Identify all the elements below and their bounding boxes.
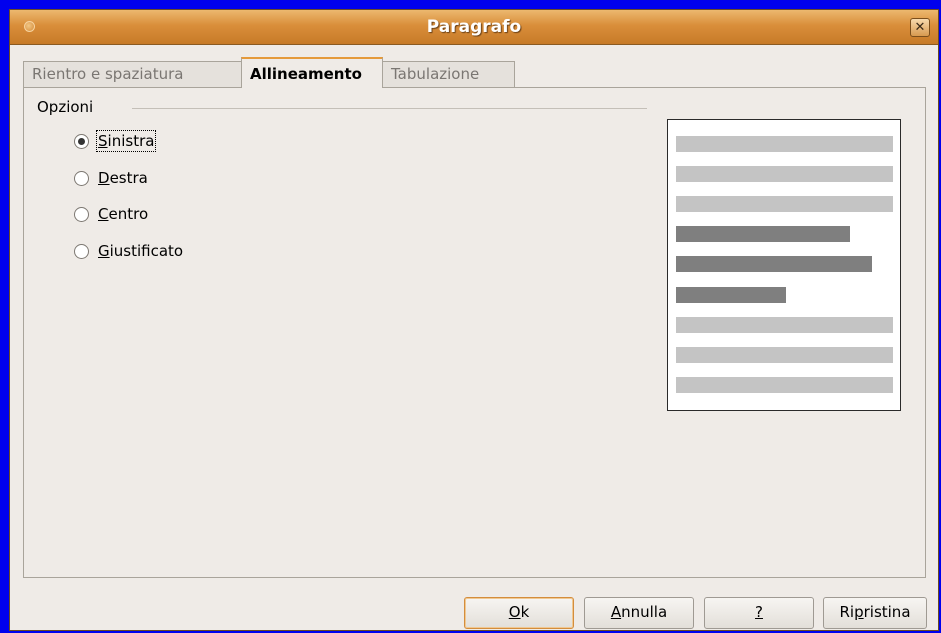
radio-button-right[interactable] [74,170,89,186]
preview-line [676,347,893,363]
help-button[interactable]: ? [704,597,814,629]
paragraph-dialog: Paragrafo ✕ Rientro e spaziatura Allinea… [9,9,939,631]
reset-button[interactable]: Ripristina [823,597,927,629]
window-title: Paragrafo [426,17,522,37]
group-divider [132,108,647,109]
preview-line [676,136,893,152]
alignment-panel: Opzioni Sinistra Destra Centro Giustific… [23,87,926,578]
radio-justified[interactable]: Giustificato [74,239,183,263]
preview-line [676,226,850,242]
preview-line [676,377,893,393]
preview-line [676,166,893,182]
cancel-button[interactable]: Annulla [584,597,694,629]
preview-line [676,256,872,272]
radio-right[interactable]: Destra [74,166,148,190]
radio-left[interactable]: Sinistra [74,129,157,153]
radio-label-left[interactable]: Sinistra [95,130,157,152]
tab-allineamento[interactable]: Allineamento [241,57,383,88]
ok-button[interactable]: Ok [464,597,574,629]
preview-line [676,287,786,303]
tab-tabulazione[interactable]: Tabulazione [382,61,515,87]
close-icon[interactable]: ✕ [910,18,930,37]
radio-label-justified[interactable]: Giustificato [98,242,183,260]
title-bar[interactable]: Paragrafo ✕ [10,10,938,45]
preview-line [676,196,893,212]
radio-label-right[interactable]: Destra [98,169,148,187]
preview-line [676,317,893,333]
alignment-preview [667,119,901,411]
radio-label-center[interactable]: Centro [98,205,148,223]
radio-center[interactable]: Centro [74,202,148,226]
radio-button-justified[interactable] [74,243,89,259]
radio-button-left[interactable] [74,133,89,149]
radio-button-center[interactable] [74,206,89,222]
tab-rientro-e-spaziatura[interactable]: Rientro e spaziatura [23,61,242,87]
options-group-label: Opzioni [37,98,94,116]
